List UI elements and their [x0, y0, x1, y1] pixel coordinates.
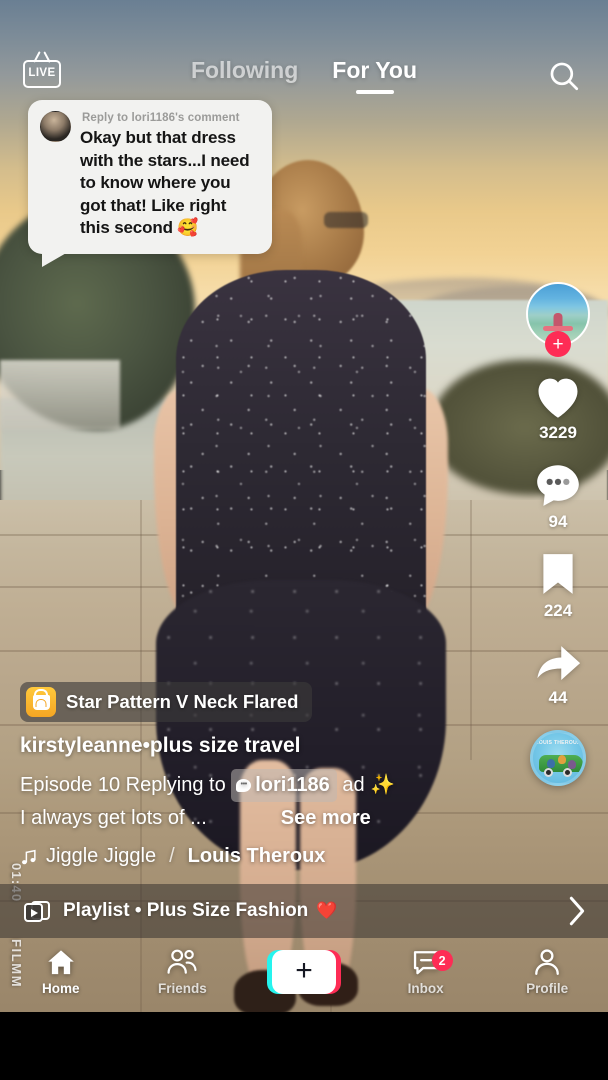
video-description[interactable]: Episode 10 Replying to lori1186 ad ✨ I a… [20, 769, 498, 834]
share-count: 44 [548, 688, 568, 707]
music-info-row[interactable]: Jiggle Jiggle / Louis Theroux [20, 845, 498, 868]
product-tag-label: Star Pattern V Neck Flared [66, 691, 299, 712]
comment-count: 94 [548, 512, 568, 531]
creator-avatar-button[interactable]: + [526, 282, 590, 357]
like-count: 3229 [539, 423, 577, 442]
playlist-heart-emoji: ❤️ [316, 901, 338, 920]
playlist-label: Playlist • Plus Size Fashion [63, 900, 309, 921]
music-artist: Louis Theroux [187, 845, 326, 867]
tab-following[interactable]: Following [187, 57, 302, 94]
bookmark-button[interactable]: 224 [536, 550, 580, 621]
commenter-avatar [40, 111, 71, 142]
share-button[interactable]: 44 [532, 639, 584, 708]
search-button[interactable] [542, 54, 586, 98]
music-note-icon [22, 849, 36, 864]
nav-label-inbox: Inbox [407, 981, 444, 996]
shopping-bag-icon [26, 687, 56, 717]
music-title: Jiggle Jiggle [46, 845, 157, 867]
tab-for-you[interactable]: For You [328, 57, 421, 94]
heart-icon [538, 378, 578, 418]
chevron-right-icon[interactable] [566, 894, 588, 928]
action-rail: + 3229 94 224 44 LOUIS THEROUX [522, 282, 594, 786]
description-prefix: Episode 10 Replying to [20, 773, 232, 796]
top-navigation-bar: LIVE Following For You [0, 52, 608, 108]
friends-icon [167, 949, 197, 974]
description-truncated: I always get lots of ... [20, 807, 207, 829]
profile-icon [535, 949, 560, 975]
playlist-bar[interactable]: Playlist • Plus Size Fashion ❤️ [0, 884, 608, 938]
comment-button[interactable]: 94 [533, 461, 583, 532]
nav-item-friends[interactable]: Friends [122, 948, 244, 996]
mention-chip[interactable]: lori1186 [231, 769, 337, 802]
nav-label-friends: Friends [158, 981, 207, 996]
nav-label-home: Home [42, 981, 80, 996]
see-more-button[interactable]: See more [281, 803, 371, 834]
create-plus-icon[interactable]: + [266, 950, 341, 994]
follow-plus-icon[interactable]: + [545, 331, 571, 357]
music-disc-icon[interactable]: LOUIS THEROUX [530, 730, 586, 786]
video-dock [0, 360, 120, 430]
bookmark-icon [543, 554, 573, 594]
mention-username: lori1186 [255, 774, 330, 796]
mention-comment-icon [236, 779, 252, 792]
music-disc-title: LOUIS THEROUX [535, 740, 581, 746]
description-suffix: ad ✨ [336, 773, 396, 796]
bookmark-count: 224 [543, 601, 573, 620]
comment-reply-to-label: Reply to lori1186's comment [82, 112, 240, 124]
playlist-icon [24, 899, 50, 923]
share-arrow-icon [537, 646, 581, 680]
description-line-2: I always get lots of ... See more [20, 803, 498, 834]
bottom-navigation: Home Friends + 2 Inbox Profile [0, 932, 608, 1012]
feed-tabs: Following For You [0, 52, 608, 98]
comment-text: Okay but that dress with the stars...I n… [80, 128, 250, 238]
nav-item-create[interactable]: + [243, 950, 365, 994]
home-icon [48, 950, 74, 975]
comment-body: Okay but that dress with the stars...I n… [40, 111, 258, 240]
product-tag-button[interactable]: Star Pattern V Neck Flared [20, 682, 313, 722]
inbox-badge: 2 [431, 950, 453, 971]
nav-item-home[interactable]: Home [0, 948, 122, 996]
nav-item-inbox[interactable]: 2 Inbox [365, 948, 487, 996]
music-separator: / [169, 845, 175, 867]
bottom-safe-area [0, 1012, 608, 1080]
search-icon [550, 62, 579, 91]
like-button[interactable]: 3229 [532, 372, 584, 443]
comment-icon [537, 465, 579, 506]
nav-label-profile: Profile [526, 981, 569, 996]
creator-username[interactable]: kirstyleanne•plus size travel [20, 734, 498, 758]
nav-item-profile[interactable]: Profile [486, 948, 608, 996]
caption-block: Star Pattern V Neck Flared kirstyleanne•… [20, 682, 498, 868]
tiktok-app: LIVE Following For You Reply to lori1186… [0, 0, 608, 1080]
replied-comment-card[interactable]: Reply to lori1186's comment Okay but tha… [28, 100, 272, 268]
